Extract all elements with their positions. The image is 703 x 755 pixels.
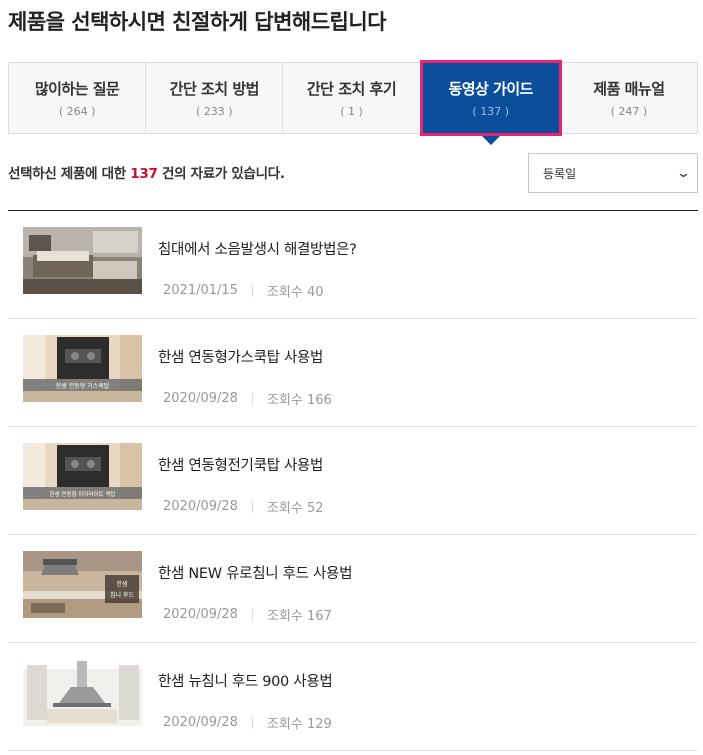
item-date: 2020/09/28 <box>163 391 238 406</box>
item-title[interactable]: 한샘 뉴침니 후드 900 사용법 <box>158 670 333 691</box>
item-title[interactable]: 한샘 NEW 유로침니 후드 사용법 <box>158 562 352 583</box>
video-list: 침대에서 소음발생시 해결방법은? 2021/01/15 조회수 40 한샘 연… <box>8 210 698 751</box>
tab-count: ( 233 ) <box>196 105 233 118</box>
active-tab-pointer-icon <box>481 136 500 145</box>
item-meta: 2021/01/15 조회수 40 <box>163 281 324 300</box>
sort-selected-value: 등록일 <box>543 166 577 181</box>
item-date: 2020/09/28 <box>163 607 238 622</box>
page-title: 제품을 선택하시면 친절하게 답변해드립니다 <box>8 10 387 34</box>
tab-video-guide[interactable]: 동영상 가이드 ( 137 ) <box>419 60 562 145</box>
thumbnail-caption: 한샘 연동형 하이라이트 쿡탑 <box>50 490 116 498</box>
result-summary: 선택하신 제품에 대한 137 건의 자료가 있습니다. <box>8 162 285 182</box>
item-views: 조회수 40 <box>266 285 324 300</box>
divider <box>251 500 253 513</box>
tab-count: ( 264 ) <box>58 105 96 118</box>
tab-label: 많이하는 질문 <box>34 80 120 98</box>
item-views: 조회수 129 <box>266 717 332 732</box>
video-thumbnail[interactable] <box>23 227 142 294</box>
item-meta: 2020/09/28 조회수 52 <box>163 497 324 516</box>
tab-manual[interactable]: 제품 매뉴얼 ( 247 ) <box>561 63 697 133</box>
list-item[interactable]: 한샘 연동형 가스쿡탑 한샘 연동형가스쿡탑 사용법 2020/09/28 조회… <box>8 319 698 427</box>
tab-bar: 많이하는 질문 ( 264 ) 간단 조치 방법 ( 233 ) 간단 조치 후… <box>8 60 698 145</box>
tab-count: ( 247 ) <box>610 105 648 118</box>
item-date: 2021/01/15 <box>163 283 238 298</box>
list-item[interactable]: 한샘 연동형 하이라이트 쿡탑 한샘 연동형전기쿡탑 사용법 2020/09/2… <box>8 427 698 535</box>
video-thumbnail[interactable]: 한샘 침니 후드 <box>23 551 142 618</box>
tab-count: ( 1 ) <box>340 105 363 118</box>
video-thumbnail[interactable]: 한샘 연동형 하이라이트 쿡탑 <box>23 443 142 510</box>
tab-label: 간단 조치 후기 <box>306 80 397 98</box>
item-views: 조회수 166 <box>266 393 332 408</box>
tab-faq[interactable]: 많이하는 질문 ( 264 ) <box>9 63 147 133</box>
tab-label: 간단 조치 방법 <box>169 80 260 98</box>
tab-quick-fix[interactable]: 간단 조치 방법 ( 233 ) <box>146 63 284 133</box>
item-date: 2020/09/28 <box>163 499 238 514</box>
tab-quick-fix-review[interactable]: 간단 조치 후기 ( 1 ) <box>283 63 421 133</box>
item-title[interactable]: 침대에서 소음발생시 해결방법은? <box>158 238 357 259</box>
item-meta: 2020/09/28 조회수 166 <box>163 389 332 408</box>
video-thumbnail[interactable] <box>23 659 142 726</box>
tab-label: 제품 매뉴얼 <box>593 80 665 98</box>
item-meta: 2020/09/28 조회수 129 <box>163 713 332 732</box>
item-views: 조회수 167 <box>266 609 332 624</box>
divider <box>251 716 253 729</box>
list-item[interactable]: 한샘 침니 후드 한샘 NEW 유로침니 후드 사용법 2020/09/28 조… <box>8 535 698 643</box>
item-views: 조회수 52 <box>266 501 324 516</box>
tab-count: ( 137 ) <box>472 105 509 118</box>
video-thumbnail[interactable]: 한샘 연동형 가스쿡탑 <box>23 335 142 402</box>
result-suffix: 건의 자료가 있습니다. <box>157 166 285 182</box>
result-prefix: 선택하신 제품에 대한 <box>8 166 131 182</box>
thumbnail-caption: 한샘 <box>116 580 127 588</box>
item-title[interactable]: 한샘 연동형전기쿡탑 사용법 <box>158 454 323 475</box>
item-date: 2020/09/28 <box>163 715 238 730</box>
sort-select[interactable]: 등록일 ⌄ <box>528 153 698 193</box>
list-item[interactable]: 침대에서 소음발생시 해결방법은? 2021/01/15 조회수 40 <box>8 211 698 319</box>
tab-label: 동영상 가이드 <box>448 80 533 98</box>
thumbnail-caption: 한샘 연동형 가스쿡탑 <box>56 382 110 390</box>
thumbnail-caption: 침니 후드 <box>110 591 134 599</box>
list-item[interactable]: 한샘 뉴침니 후드 900 사용법 2020/09/28 조회수 129 <box>8 643 698 751</box>
divider <box>251 392 253 405</box>
divider <box>251 608 253 621</box>
item-title[interactable]: 한샘 연동형가스쿡탑 사용법 <box>158 346 323 367</box>
chevron-down-icon: ⌄ <box>675 165 692 181</box>
divider <box>251 284 253 297</box>
result-count: 137 <box>130 166 158 182</box>
item-meta: 2020/09/28 조회수 167 <box>163 605 332 624</box>
